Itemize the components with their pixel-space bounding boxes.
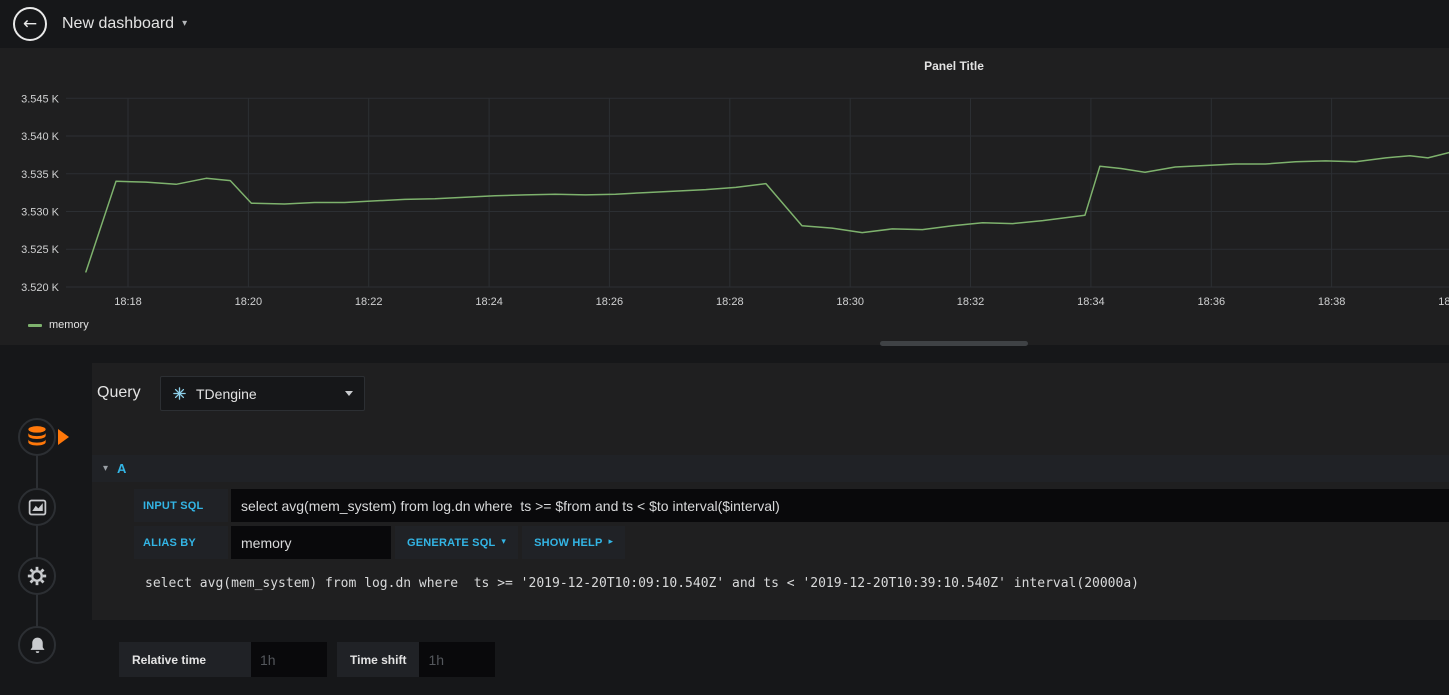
input-sql-row: INPUT SQL — [134, 489, 1449, 522]
svg-text:18:40: 18:40 — [1438, 296, 1449, 308]
time-series-chart: 3.545 K 3.540 K 3.535 K 3.530 K 3.525 K 3.520… — [21, 93, 1449, 308]
tab-queries[interactable] — [18, 418, 56, 456]
query-ref-id: A — [117, 461, 127, 476]
generate-sql-button[interactable]: GENERATE SQL ▾ — [395, 526, 519, 559]
grafana-panel-edit-page: ← New dashboard ▾ 3.545 K 3.540 K 3.535 K3… — [0, 0, 1449, 695]
svg-text:18:26: 18:26 — [596, 296, 624, 308]
svg-text:18:24: 18:24 — [475, 296, 503, 308]
tab-visualization[interactable] — [18, 488, 56, 526]
alias-by-label: ALIAS BY — [134, 526, 228, 559]
top-navbar: ← New dashboard ▾ — [0, 0, 1449, 48]
svg-text:3.525 K: 3.525 K — [21, 244, 60, 256]
input-sql-field[interactable] — [231, 489, 1449, 522]
gear-icon — [27, 566, 47, 586]
generated-sql-text: select avg(mem_system) from log.dn where… — [145, 576, 1139, 591]
legend-color-swatch — [28, 323, 42, 327]
svg-text:18:36: 18:36 — [1198, 296, 1226, 308]
chevron-right-icon: ▸ — [608, 537, 614, 547]
datasource-picker[interactable]: TDengine — [160, 376, 365, 411]
chevron-down-icon — [345, 391, 353, 396]
svg-text:18:28: 18:28 — [716, 296, 744, 308]
tab-general[interactable] — [18, 557, 56, 595]
panel-edit-tabs-sidebar — [0, 345, 76, 695]
svg-text:18:18: 18:18 — [114, 296, 142, 308]
generate-sql-label: GENERATE SQL — [407, 536, 496, 549]
tab-alert[interactable] — [18, 626, 56, 664]
svg-text:18:38: 18:38 — [1318, 296, 1346, 308]
database-icon — [28, 426, 46, 446]
bell-icon — [30, 637, 44, 653]
svg-text:18:34: 18:34 — [1077, 296, 1105, 308]
svg-text:3.530 K: 3.530 K — [21, 207, 60, 219]
back-arrow-icon: ← — [22, 13, 38, 34]
tabs-connector-line — [36, 437, 38, 645]
svg-text:3.540 K: 3.540 K — [21, 131, 60, 143]
alias-by-field[interactable] — [231, 526, 391, 559]
tdengine-logo-icon — [173, 387, 186, 400]
chart-icon — [28, 499, 46, 515]
input-sql-label: INPUT SQL — [134, 489, 228, 522]
scrollbar-handle[interactable] — [880, 341, 1028, 346]
panel-title[interactable]: Panel Title — [924, 59, 984, 73]
dashboard-title[interactable]: New dashboard — [62, 15, 174, 33]
query-section-title: Query — [97, 384, 141, 401]
time-shift-field[interactable] — [419, 642, 496, 677]
svg-text:3.535 K: 3.535 K — [21, 169, 60, 181]
relative-time-label: Relative time — [119, 642, 251, 677]
active-tab-arrow-icon — [58, 429, 69, 445]
show-help-button[interactable]: SHOW HELP ▸ — [522, 526, 626, 559]
chevron-down-icon: ▾ — [182, 18, 188, 29]
svg-text:18:20: 18:20 — [235, 296, 263, 308]
graph-panel: 3.545 K 3.540 K 3.535 K 3.530 K 3.525 K 3.520… — [0, 48, 1449, 345]
show-help-label: SHOW HELP — [534, 536, 603, 549]
chevron-down-icon: ▾ — [501, 537, 507, 547]
svg-text:3.520 K: 3.520 K — [21, 282, 60, 294]
chart-legend[interactable]: memory — [28, 319, 89, 331]
alias-by-row: ALIAS BY GENERATE SQL ▾ SHOW HELP ▸ — [134, 526, 626, 559]
svg-text:18:22: 18:22 — [355, 296, 383, 308]
query-row-header[interactable]: ▾ A — [92, 455, 1449, 482]
svg-text:3.545 K: 3.545 K — [21, 93, 60, 105]
datasource-name: TDengine — [196, 385, 257, 402]
back-button[interactable]: ← — [13, 7, 47, 41]
collapse-caret-icon: ▾ — [103, 462, 109, 474]
svg-text:18:32: 18:32 — [957, 296, 985, 308]
relative-time-field[interactable] — [251, 642, 327, 677]
query-editor-panel: Query TDengine ▾ A INPUT SQL ALIAS BY GE… — [92, 363, 1449, 620]
query-time-options: Relative time Time shift — [119, 642, 496, 677]
time-shift-label: Time shift — [337, 642, 420, 677]
svg-text:18:30: 18:30 — [836, 296, 864, 308]
legend-series-label: memory — [49, 319, 89, 331]
